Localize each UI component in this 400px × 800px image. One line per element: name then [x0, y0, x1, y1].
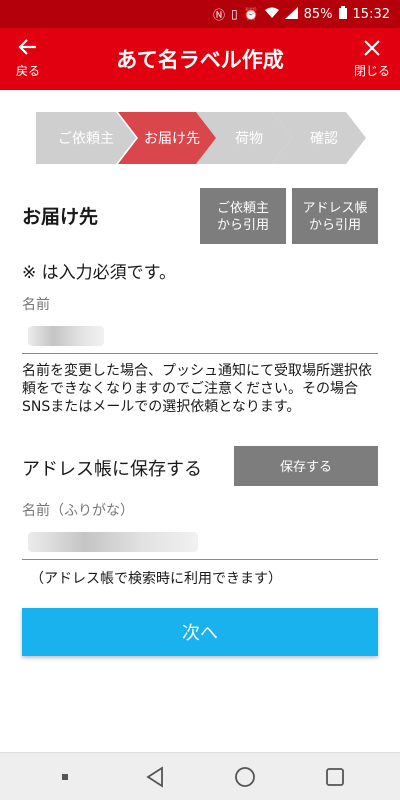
kana-label: 名前（ふりがな）	[22, 503, 134, 519]
section-title: お届け先	[22, 206, 99, 228]
status-bar: Ⓝ ▯ ⏰ 85% 15:32	[0, 0, 400, 28]
save-to-addressbook-label: アドレス帳に保存する	[22, 459, 202, 480]
next-button[interactable]: 次へ	[22, 608, 378, 656]
clock: 15:32	[352, 6, 390, 22]
dot-icon	[62, 773, 68, 780]
step-sender: ご依頼主	[36, 112, 136, 164]
square-recents-icon	[326, 767, 344, 786]
battery-level: 85%	[303, 6, 333, 22]
name-change-warning: 名前を変更した場合、プッシュ通知にて受取場所選択依頼をできなくなりますのでご注意…	[22, 363, 372, 415]
page-title: あて名ラベル作成	[116, 48, 284, 72]
save-button[interactable]: 保存する	[234, 446, 378, 486]
home-nav-button[interactable]	[225, 757, 265, 797]
menu-dot-button[interactable]	[45, 757, 85, 797]
circle-home-icon	[235, 766, 255, 787]
triangle-back-icon	[146, 765, 163, 788]
nfc-icon: Ⓝ	[213, 7, 226, 22]
close-button[interactable]: 閉じる	[344, 36, 400, 78]
kana-value-redacted	[28, 532, 198, 552]
battery-icon	[338, 6, 347, 22]
close-icon	[344, 36, 400, 62]
kana-hint: （アドレス帳で検索時に利用できます）	[30, 571, 282, 587]
app-header: 戻る あて名ラベル作成 閉じる	[0, 28, 400, 90]
quote-from-sender-button[interactable]: ご依頼主 から引用	[200, 188, 286, 244]
alarm-icon: ⏰	[243, 7, 259, 21]
back-nav-button[interactable]	[135, 757, 175, 797]
system-nav-bar	[0, 752, 400, 800]
quote-addressbook-line2: から引用	[308, 217, 361, 232]
vibrate-icon: ▯	[231, 7, 238, 21]
wifi-icon	[264, 7, 279, 22]
step-indicator: ご依頼主 荷物 確認 お届け先	[36, 112, 366, 164]
name-field[interactable]	[22, 318, 378, 354]
kana-field[interactable]	[22, 524, 378, 560]
quote-sender-line1: ご依頼主	[216, 200, 269, 215]
back-label: 戻る	[15, 64, 40, 78]
quote-from-addressbook-button[interactable]: アドレス帳 から引用	[292, 188, 378, 244]
back-button[interactable]: 戻る	[0, 36, 56, 78]
close-label: 閉じる	[353, 64, 390, 78]
quote-addressbook-line1: アドレス帳	[302, 200, 368, 215]
arrow-left-icon	[0, 36, 56, 62]
quote-sender-line2: から引用	[216, 217, 269, 232]
required-note: ※ は入力必須です。	[22, 263, 176, 283]
signal-icon	[284, 6, 298, 22]
recents-nav-button[interactable]	[315, 757, 355, 797]
name-value-redacted	[28, 326, 104, 346]
name-label: 名前	[22, 297, 50, 313]
